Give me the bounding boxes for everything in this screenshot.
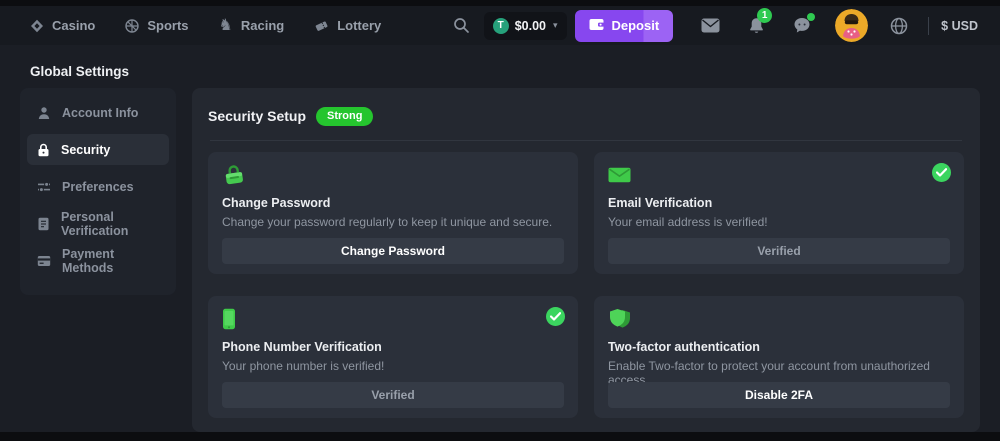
security-cards: Change Password Change your password reg…	[208, 152, 964, 418]
sidebar-item-personal-verification[interactable]: Personal Verification	[27, 208, 169, 239]
sidebar-item-preferences[interactable]: Preferences	[27, 171, 169, 202]
tether-coin-icon: T	[493, 18, 509, 34]
search-icon[interactable]	[453, 17, 470, 34]
lock-icon	[222, 164, 564, 186]
sidebar-item-label: Account Info	[62, 106, 138, 120]
panel-header: Security Setup Strong	[208, 104, 964, 128]
chat-status-dot	[807, 13, 815, 21]
language-button[interactable]	[890, 17, 908, 35]
nav-label: Casino	[52, 18, 95, 33]
nav-label: Racing	[241, 18, 284, 33]
divider	[928, 17, 929, 35]
deposit-label: Deposit	[612, 18, 660, 33]
avatar[interactable]	[835, 9, 868, 42]
card-title: Change Password	[222, 196, 564, 210]
card-description: Change your password regularly to keep i…	[222, 215, 564, 229]
wallet-icon	[589, 18, 605, 34]
sidebar-item-label: Preferences	[62, 180, 134, 194]
phone-verification-card: Phone Number Verification Your phone num…	[208, 296, 578, 418]
lottery-icon	[314, 19, 329, 33]
lock-icon	[37, 143, 50, 157]
deposit-button[interactable]: Deposit	[575, 10, 674, 42]
divider	[210, 140, 962, 141]
casino-icon	[30, 19, 44, 33]
nav-actions: T $0.00 ▾ Deposit 1	[453, 9, 978, 42]
currency-selector[interactable]: $ USD	[941, 19, 978, 33]
chevron-down-icon: ▾	[553, 20, 558, 31]
card-description: Your email address is verified!	[608, 215, 950, 229]
panel-title: Security Setup	[208, 108, 306, 124]
email-verification-card: Email Verification Your email address is…	[594, 152, 964, 274]
wallet-balance[interactable]: T $0.00 ▾	[484, 12, 567, 40]
sidebar-item-label: Personal Verification	[61, 210, 159, 238]
sidebar-item-payment-methods[interactable]: Payment Methods	[27, 245, 169, 276]
card-title: Two-factor authentication	[608, 340, 950, 354]
card-title: Email Verification	[608, 196, 950, 210]
nav-links: Casino Sports ♞ Racing Lottery	[30, 18, 381, 34]
top-navbar: Casino Sports ♞ Racing Lottery	[0, 6, 1000, 45]
sports-icon	[125, 19, 139, 33]
verified-check-icon	[546, 307, 565, 326]
page-body: Global Settings Account Info Security Pr…	[0, 45, 1000, 432]
envelope-icon	[608, 164, 950, 186]
security-strength-badge: Strong	[316, 107, 373, 126]
messages-button[interactable]	[701, 18, 720, 33]
disable-2fa-button[interactable]: Disable 2FA	[608, 382, 950, 408]
nav-item-racing[interactable]: ♞ Racing	[219, 18, 285, 34]
phone-verified-button[interactable]: Verified	[222, 382, 564, 408]
user-icon	[37, 106, 51, 120]
balance-amount: $0.00	[515, 19, 546, 33]
settings-sidebar: Account Info Security Preferences Person…	[20, 88, 176, 295]
sidebar-item-label: Security	[61, 143, 110, 157]
phone-icon	[222, 308, 564, 330]
sidebar-item-security[interactable]: Security	[27, 134, 169, 165]
racing-icon: ♞	[219, 18, 233, 34]
change-password-card: Change Password Change your password reg…	[208, 152, 578, 274]
email-verified-button[interactable]: Verified	[608, 238, 950, 264]
sliders-icon	[37, 180, 51, 194]
nav-item-sports[interactable]: Sports	[125, 18, 188, 33]
sidebar-item-label: Payment Methods	[62, 247, 159, 275]
verified-check-icon	[932, 163, 951, 182]
security-setup-panel: Security Setup Strong Change Password Ch…	[192, 88, 980, 432]
card-title: Phone Number Verification	[222, 340, 564, 354]
change-password-button[interactable]: Change Password	[222, 238, 564, 264]
chat-button[interactable]	[793, 17, 811, 34]
nav-label: Lottery	[337, 18, 381, 33]
sidebar-item-account-info[interactable]: Account Info	[27, 97, 169, 128]
notification-badge: 1	[757, 8, 772, 23]
id-document-icon	[37, 217, 50, 231]
two-factor-icon	[608, 308, 950, 330]
nav-label: Sports	[147, 18, 188, 33]
credit-card-icon	[37, 255, 51, 267]
notifications-button[interactable]: 1	[748, 17, 765, 35]
card-description: Your phone number is verified!	[222, 359, 564, 373]
two-factor-card: Two-factor authentication Enable Two-fac…	[594, 296, 964, 418]
page-title: Global Settings	[30, 64, 129, 79]
nav-item-casino[interactable]: Casino	[30, 18, 95, 33]
nav-item-lottery[interactable]: Lottery	[314, 18, 381, 33]
screen: Casino Sports ♞ Racing Lottery	[0, 0, 1000, 441]
